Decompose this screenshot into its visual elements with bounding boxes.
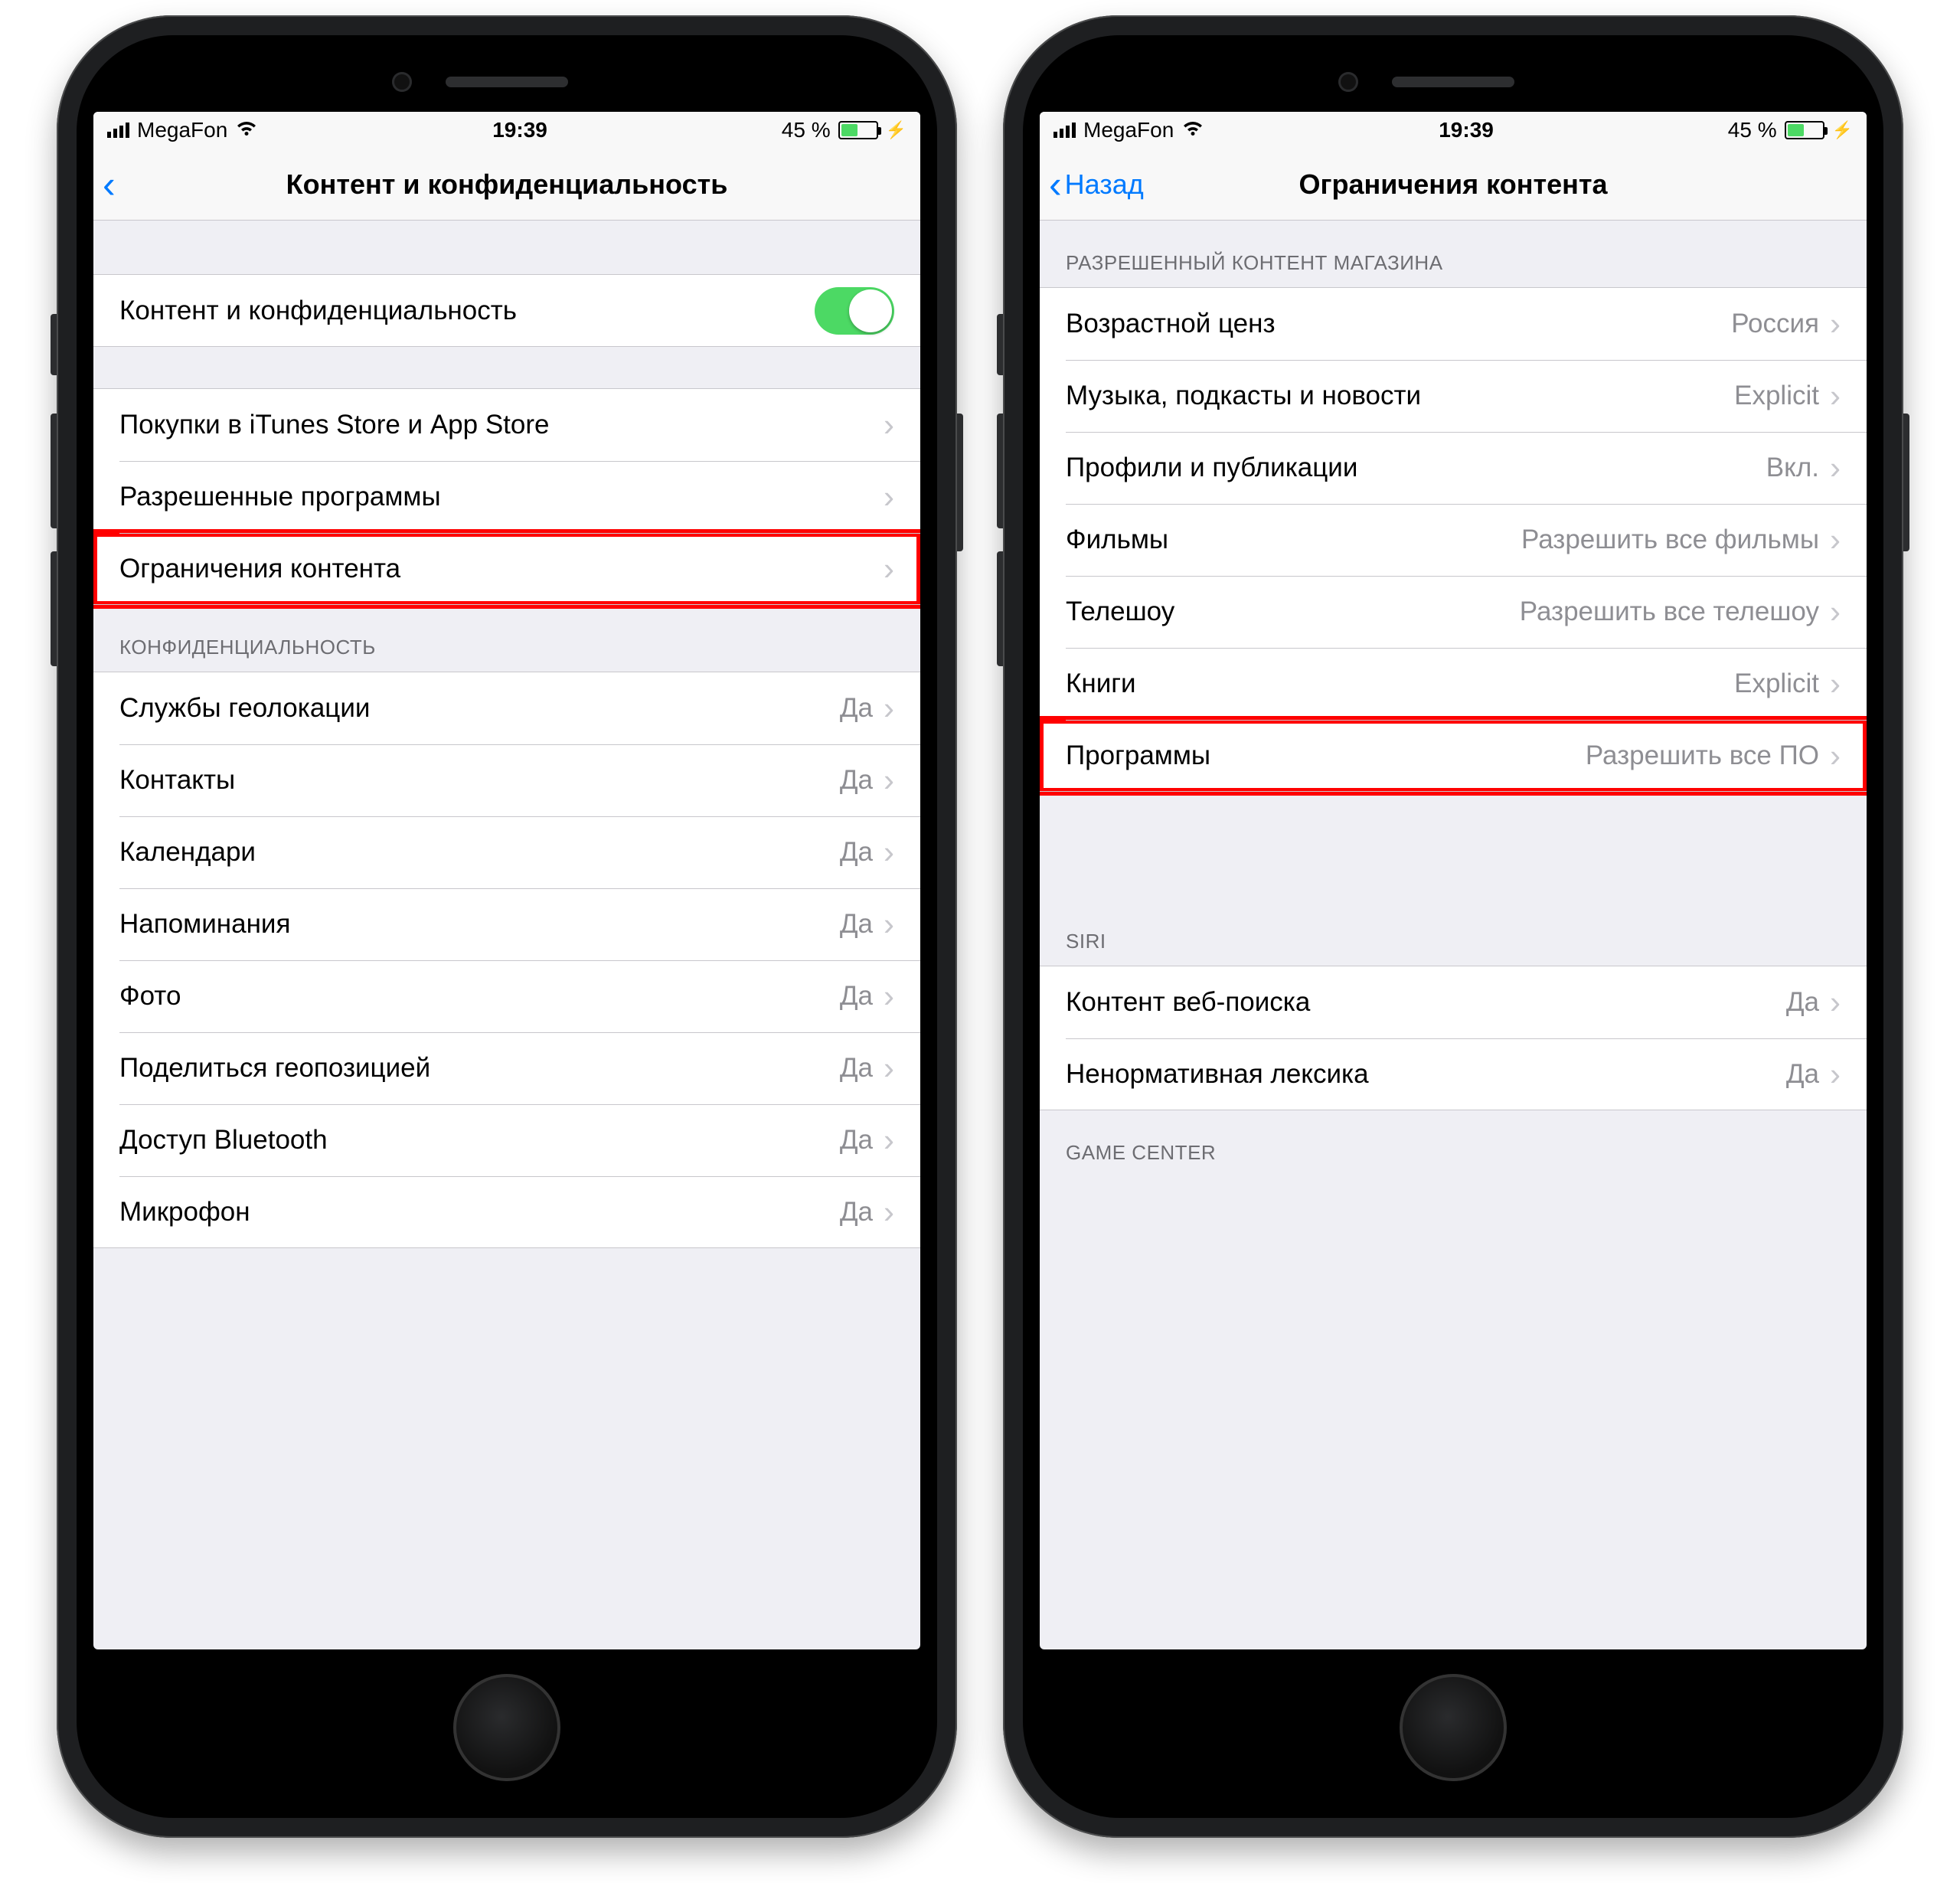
chevron-right-icon: › <box>1830 596 1841 628</box>
chevron-right-icon: › <box>1830 452 1841 484</box>
screen-left: MegaFon 19:39 45 % ⚡ ‹ К <box>93 112 920 1649</box>
chevron-right-icon: › <box>884 409 894 441</box>
chevron-right-icon: › <box>1830 668 1841 700</box>
status-bar: MegaFon 19:39 45 % ⚡ <box>1040 112 1867 149</box>
back-label: Назад <box>1065 168 1144 201</box>
row-photos[interactable]: Фото Да › <box>93 960 920 1032</box>
scroll-content[interactable]: РАЗРЕШЕННЫЙ КОНТЕНТ МАГАЗИНА Возрастной … <box>1040 221 1867 1649</box>
chevron-right-icon: › <box>1830 1058 1841 1090</box>
row-contacts[interactable]: Контакты Да › <box>93 744 920 816</box>
signal-icon <box>1054 123 1076 138</box>
battery-icon <box>838 121 878 139</box>
chevron-right-icon: › <box>884 908 894 940</box>
chevron-right-icon: › <box>884 1196 894 1228</box>
row-music-podcasts[interactable]: Музыка, подкасты и новости Explicit › <box>1040 360 1867 432</box>
toggle-label: Контент и конфиденциальность <box>119 296 815 326</box>
nav-bar: ‹ Назад Ограничения контента <box>1040 149 1867 221</box>
row-itunes-purchases[interactable]: Покупки в iTunes Store и App Store › <box>93 389 920 461</box>
chevron-right-icon: › <box>1830 986 1841 1018</box>
back-button[interactable]: ‹ <box>103 165 116 204</box>
chevron-right-icon: › <box>884 1052 894 1084</box>
chevron-right-icon: › <box>1830 524 1841 556</box>
page-title: Ограничения контента <box>1298 168 1607 201</box>
phone-left: MegaFon 19:39 45 % ⚡ ‹ К <box>57 15 957 1838</box>
section-store: РАЗРЕШЕННЫЙ КОНТЕНТ МАГАЗИНА <box>1040 221 1867 287</box>
page-title: Контент и конфиденциальность <box>286 168 728 201</box>
chevron-right-icon: › <box>1830 308 1841 340</box>
chevron-right-icon: › <box>884 1124 894 1156</box>
chevron-right-icon: › <box>884 481 894 513</box>
row-bluetooth[interactable]: Доступ Bluetooth Да › <box>93 1104 920 1176</box>
chevron-right-icon: › <box>884 980 894 1012</box>
section-game-center: GAME CENTER <box>1040 1110 1867 1177</box>
row-share-location[interactable]: Поделиться геопозицией Да › <box>93 1032 920 1104</box>
row-explicit-language[interactable]: Ненормативная лексика Да › <box>1040 1038 1867 1110</box>
battery-percent: 45 % <box>1728 118 1777 142</box>
chevron-right-icon: › <box>1830 380 1841 412</box>
switch-on[interactable] <box>815 287 894 335</box>
phone-right: MegaFon 19:39 45 % ⚡ ‹ Назад <box>1003 15 1903 1838</box>
signal-icon <box>107 123 129 138</box>
nav-bar: ‹ Контент и конфиденциальность <box>93 149 920 221</box>
battery-icon <box>1785 121 1824 139</box>
status-bar: MegaFon 19:39 45 % ⚡ <box>93 112 920 149</box>
toggle-content-privacy[interactable]: Контент и конфиденциальность <box>93 275 920 347</box>
scroll-content[interactable]: Контент и конфиденциальность Покупки в i… <box>93 221 920 1649</box>
row-location-services[interactable]: Службы геолокации Да › <box>93 672 920 744</box>
chevron-left-icon: ‹ <box>1049 165 1062 204</box>
row-reminders[interactable]: Напоминания Да › <box>93 888 920 960</box>
row-calendars[interactable]: Календари Да › <box>93 816 920 888</box>
row-profiles[interactable]: Профили и публикации Вкл. › <box>1040 432 1867 504</box>
clock: 19:39 <box>1439 118 1494 142</box>
screen-right: MegaFon 19:39 45 % ⚡ ‹ Назад <box>1040 112 1867 1649</box>
clock: 19:39 <box>492 118 547 142</box>
chevron-left-icon: ‹ <box>103 165 116 204</box>
home-button[interactable] <box>453 1674 560 1781</box>
row-content-restrictions[interactable]: Ограничения контента › <box>93 533 920 605</box>
chevron-right-icon: › <box>884 764 894 796</box>
charging-icon: ⚡ <box>1832 120 1853 140</box>
row-microphone[interactable]: Микрофон Да › <box>93 1176 920 1248</box>
section-siri: SIRI <box>1040 914 1867 966</box>
wifi-icon <box>235 119 258 142</box>
home-button[interactable] <box>1400 1674 1507 1781</box>
charging-icon: ⚡ <box>886 120 906 140</box>
section-privacy: КОНФИДЕНЦИАЛЬНОСТЬ <box>93 605 920 672</box>
row-age-rating[interactable]: Возрастной ценз Россия › <box>1040 288 1867 360</box>
row-movies[interactable]: Фильмы Разрешить все фильмы › <box>1040 504 1867 576</box>
carrier-label: MegaFon <box>1083 118 1174 142</box>
row-books[interactable]: Книги Explicit › <box>1040 648 1867 720</box>
chevron-right-icon: › <box>1830 740 1841 772</box>
row-allowed-apps[interactable]: Разрешенные программы › <box>93 461 920 533</box>
chevron-right-icon: › <box>884 553 894 585</box>
back-button[interactable]: ‹ Назад <box>1049 165 1144 204</box>
row-apps[interactable]: Программы Разрешить все ПО › <box>1040 720 1867 792</box>
chevron-right-icon: › <box>884 836 894 868</box>
chevron-right-icon: › <box>884 692 894 724</box>
carrier-label: MegaFon <box>137 118 227 142</box>
row-web-content[interactable]: Контент веб-поиска Да › <box>1040 966 1867 1038</box>
battery-percent: 45 % <box>782 118 831 142</box>
wifi-icon <box>1181 119 1204 142</box>
row-tvshows[interactable]: Телешоу Разрешить все телешоу › <box>1040 576 1867 648</box>
